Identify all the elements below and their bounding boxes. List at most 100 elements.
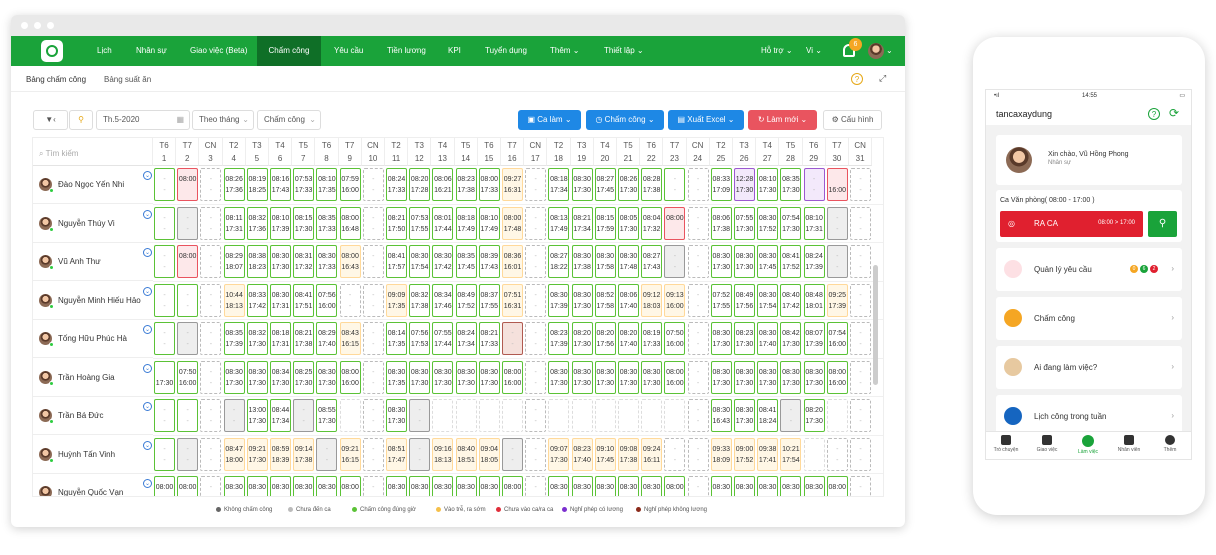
timesheet-cell[interactable]: 08:30 — [270, 476, 291, 496]
timesheet-cell[interactable]: 08:30 17:30 — [734, 360, 755, 394]
timesheet-cell[interactable]: 08:06 16:21 — [432, 168, 454, 201]
timesheet-cell[interactable]: 09:27 16:31 — [502, 168, 523, 201]
timesheet-cell[interactable]: -- — [316, 437, 338, 471]
view-select[interactable]: Theo tháng ⌄ — [192, 110, 254, 130]
timesheet-cell[interactable]: 08:00 — [154, 476, 175, 496]
timesheet-cell[interactable]: -- — [850, 245, 871, 278]
timesheet-cell[interactable]: 07:50 16:00 — [664, 322, 686, 355]
timesheet-cell[interactable]: 09:07 17:30 — [548, 437, 570, 471]
timesheet-cell[interactable]: -- — [200, 476, 222, 496]
timesheet-cell[interactable]: -- — [850, 206, 871, 240]
tab-tasks[interactable]: Giao việc — [1027, 435, 1067, 453]
timesheet-cell[interactable]: 08:30 17:35 — [386, 360, 407, 394]
timesheet-cell[interactable]: 08:43 16:15 — [339, 322, 361, 355]
timesheet-cell[interactable]: -- — [850, 322, 871, 355]
nav-item-tuyen-dung[interactable]: Tuyển dụng — [485, 36, 527, 66]
timesheet-cell[interactable]: -- — [687, 476, 709, 496]
timesheet-cell[interactable]: 08:10 17:30 — [757, 168, 779, 201]
chevron-down-icon[interactable]: ⌄ — [143, 363, 152, 373]
timesheet-cell[interactable]: 09:33 18:09 — [710, 437, 732, 471]
timesheet-cell[interactable]: 08:00 16:43 — [339, 245, 361, 278]
help-icon[interactable]: ? — [1148, 108, 1160, 120]
timesheet-cell[interactable]: 08:30 17:48 — [618, 245, 639, 278]
timesheet-cell[interactable]: 08:51 17:47 — [386, 437, 407, 471]
timesheet-cell[interactable]: 08:00 — [339, 476, 361, 496]
type-select[interactable]: Chấm công ⌄ — [257, 110, 321, 130]
timesheet-cell[interactable]: -- — [200, 437, 222, 471]
timesheet-cell[interactable]: 08:01 17:44 — [432, 206, 454, 240]
timesheet-cell[interactable]: -- — [362, 322, 384, 355]
nav-item-tien-luong[interactable]: Tiền lương — [387, 36, 426, 66]
support-menu[interactable]: Hỗ trợ ⌄ — [761, 36, 793, 66]
timesheet-cell[interactable]: 08:30 17:30 — [270, 245, 291, 278]
timekeeping-button[interactable]: ◷ Chấm công ⌄ — [586, 110, 664, 130]
tab-more[interactable]: Thêm — [1150, 435, 1190, 453]
timesheet-cell[interactable]: 08:23 17:38 — [455, 168, 477, 201]
profile-card[interactable]: Xin chào, Vũ Hồng Phong Nhân sự — [996, 135, 1182, 185]
nav-item-thiet-lap[interactable]: Thiết lập ⌄ — [604, 36, 644, 66]
timesheet-cell[interactable]: -- — [362, 206, 384, 240]
timesheet-cell[interactable]: 08:41 17:57 — [386, 245, 407, 278]
timesheet-cell[interactable]: -- — [409, 399, 431, 432]
timesheet-cell[interactable]: 07:59 16:00 — [339, 168, 361, 201]
timesheet-cell[interactable]: 09:25 17:39 — [826, 283, 848, 317]
timesheet-cell[interactable]: -- — [525, 206, 547, 240]
timesheet-cell[interactable]: 08:55 17:30 — [316, 399, 338, 432]
timesheet-cell[interactable]: -- — [200, 283, 222, 317]
timesheet-cell[interactable]: -- — [177, 206, 199, 240]
clock-out-button[interactable]: ◎ RA CA 08:00 > 17:00 — [1000, 211, 1143, 237]
timesheet-cell[interactable]: 09:00 17:52 — [734, 437, 755, 471]
timesheet-cell[interactable]: 08:21 17:38 — [293, 322, 315, 355]
timesheet-cell[interactable]: 08:00 16:48 — [339, 206, 361, 240]
timesheet-cell[interactable]: 08:19 17:33 — [641, 322, 663, 355]
tab-bang-suat-an[interactable]: Bảng suất ăn — [104, 75, 151, 84]
timesheet-cell[interactable]: 08:06 17:38 — [710, 206, 732, 240]
timesheet-cell[interactable]: 08:32 17:36 — [246, 206, 268, 240]
timesheet-cell[interactable]: -- — [687, 245, 709, 278]
chevron-down-icon[interactable]: ⌄ — [143, 479, 152, 488]
timesheet-cell[interactable]: 08:35 17:33 — [316, 206, 338, 240]
timesheet-cell[interactable]: 08:23 17:39 — [548, 322, 570, 355]
timesheet-cell[interactable]: 08:00 16:00 — [826, 360, 848, 394]
config-button[interactable]: ⚙ Cấu hình — [823, 110, 882, 130]
location-button[interactable]: ⚲ — [69, 110, 93, 130]
timesheet-cell[interactable]: -- — [826, 245, 848, 278]
employee-row-header[interactable]: Trần Bá Đức ⌄ — [33, 397, 153, 435]
timesheet-cell[interactable]: 08:35 17:45 — [455, 245, 477, 278]
timesheet-cell[interactable]: 08:16 17:43 — [270, 168, 291, 201]
timesheet-cell[interactable]: 09:16 18:13 — [432, 437, 454, 471]
timesheet-cell[interactable]: -- — [177, 283, 199, 317]
chevron-down-icon[interactable]: ⌄ — [143, 248, 152, 257]
timesheet-cell[interactable]: 08:30 17:30 — [803, 360, 825, 394]
timesheet-cell[interactable]: 08:11 17:31 — [223, 206, 245, 240]
timesheet-cell[interactable]: 08:00 — [177, 168, 199, 201]
timesheet-cell[interactable]: -- — [154, 245, 175, 278]
timesheet-cell[interactable]: 08:30 — [734, 476, 755, 496]
timesheet-cell[interactable]: 08:30 17:30 — [432, 360, 454, 394]
timesheet-cell[interactable]: 08:00 16:00 — [502, 360, 523, 394]
timesheet-cell[interactable]: 08:13 17:49 — [548, 206, 570, 240]
timesheet-cell[interactable]: 08:30 17:38 — [571, 245, 593, 278]
month-picker[interactable]: Th.5-2020 ▦ — [96, 110, 190, 130]
timesheet-cell[interactable]: 08:10 17:35 — [316, 168, 338, 201]
user-avatar[interactable] — [868, 43, 884, 59]
timesheet-cell[interactable]: -- — [154, 206, 175, 240]
timesheet-cell[interactable]: 08:00 — [826, 476, 848, 496]
timesheet-cell[interactable]: 08:30 17:30 — [571, 283, 593, 317]
map-pin-button[interactable]: ⚲ — [1148, 211, 1177, 237]
timesheet-cell[interactable]: 08:52 17:58 — [594, 283, 616, 317]
timesheet-cell[interactable]: 08:30 17:30 — [757, 360, 779, 394]
timesheet-cell[interactable]: 07:55 17:30 — [734, 206, 755, 240]
employee-row-header[interactable]: Tống Hữu Phúc Hà ⌄ — [33, 320, 153, 358]
timesheet-cell[interactable]: -- — [154, 399, 175, 432]
timesheet-cell[interactable]: 08:30 17:30 — [478, 360, 500, 394]
timesheet-cell[interactable]: 08:44 17:34 — [270, 399, 291, 432]
tab-employees[interactable]: Nhân viên — [1109, 435, 1149, 453]
employee-row-header[interactable]: Đào Ngọc Yến Nhi ⌄ — [33, 166, 153, 204]
timesheet-cell[interactable]: 08:20 17:56 — [594, 322, 616, 355]
timesheet-cell[interactable]: 08:30 17:54 — [757, 283, 779, 317]
timesheet-cell[interactable]: 08:34 17:30 — [270, 360, 291, 394]
timesheet-cell[interactable]: 08:30 — [386, 476, 407, 496]
timesheet-cell[interactable]: 10:21 17:54 — [780, 437, 802, 471]
chevron-down-icon[interactable]: ⌄ — [143, 440, 152, 450]
